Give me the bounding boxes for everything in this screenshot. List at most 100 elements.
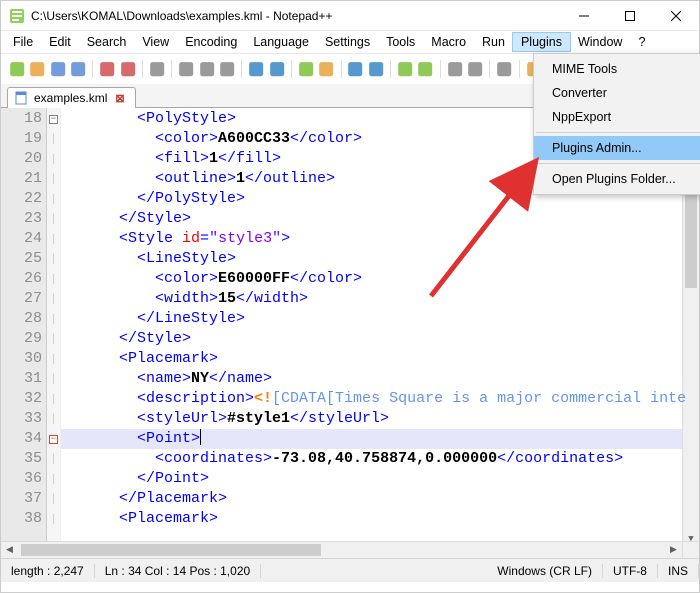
fold-gutter[interactable]: −│││││││││││││││−││││ [47,108,61,558]
fold-slot[interactable]: │ [47,309,60,329]
redo-icon[interactable] [269,60,285,78]
menu-run[interactable]: Run [474,33,513,51]
fold-slot[interactable]: − [47,429,60,449]
chars-icon[interactable] [467,60,483,78]
code-line[interactable]: <Style id="style3"> [65,229,699,249]
line-number: 36 [1,469,42,489]
close-icon[interactable] [99,60,115,78]
new-file-icon[interactable] [9,60,25,78]
find-icon[interactable] [298,60,314,78]
hscroll-thumb[interactable] [21,544,321,556]
fold-minus-icon[interactable]: − [49,435,58,444]
fold-slot[interactable]: │ [47,269,60,289]
fold-slot[interactable]: │ [47,349,60,369]
code-line[interactable]: <description><![CDATA[Times Square is a … [65,389,699,409]
code-line[interactable]: </LineStyle> [65,309,699,329]
copy-icon[interactable] [199,60,215,78]
fold-slot[interactable]: │ [47,169,60,189]
save-all-icon[interactable] [70,60,86,78]
scroll-left-icon[interactable]: ◀ [1,542,18,558]
menu-edit[interactable]: Edit [41,33,79,51]
undo-icon[interactable] [248,60,264,78]
scroll-right-icon[interactable]: ▶ [665,542,682,558]
plugins-menu-converter[interactable]: Converter [534,81,700,105]
cut-icon[interactable] [178,60,194,78]
fold-slot[interactable]: − [47,109,60,129]
status-length: length : 2,247 [1,564,95,578]
line-number: 27 [1,289,42,309]
fold-minus-icon[interactable]: − [49,115,58,124]
zoom-out-icon[interactable] [368,60,384,78]
fold-slot[interactable]: │ [47,449,60,469]
sync-v-icon[interactable] [397,60,413,78]
fold-slot[interactable]: │ [47,289,60,309]
plugins-menu-plugins-admin[interactable]: Plugins Admin... [534,136,700,160]
toolbar-separator [519,60,520,78]
fold-slot[interactable]: │ [47,209,60,229]
toolbar-separator [291,60,292,78]
save-icon[interactable] [50,60,66,78]
paste-icon[interactable] [219,60,235,78]
plugins-menu-mime-tools[interactable]: MIME Tools [534,57,700,81]
menu-search[interactable]: Search [79,33,135,51]
code-line[interactable]: <color>E60000FF</color> [65,269,699,289]
fold-slot[interactable]: │ [47,509,60,529]
fold-slot[interactable]: │ [47,369,60,389]
print-icon[interactable] [149,60,165,78]
status-eol[interactable]: Windows (CR LF) [487,564,603,578]
replace-icon[interactable] [318,60,334,78]
plugins-menu-open-plugins-folder[interactable]: Open Plugins Folder... [534,167,700,191]
close-button[interactable] [653,1,699,30]
fold-slot[interactable]: │ [47,489,60,509]
menu-[interactable]: ? [630,33,653,51]
fold-slot[interactable]: │ [47,469,60,489]
line-number: 38 [1,509,42,529]
menu-file[interactable]: File [5,33,41,51]
code-line[interactable]: </Placemark> [65,489,699,509]
fold-slot[interactable]: │ [47,329,60,349]
code-line[interactable]: </Point> [65,469,699,489]
menu-macro[interactable]: Macro [423,33,474,51]
indent-icon[interactable] [496,60,512,78]
menu-tools[interactable]: Tools [378,33,423,51]
wrap-icon[interactable] [447,60,463,78]
plugins-dropdown: MIME ToolsConverterNppExport Plugins Admi… [533,53,700,195]
code-line[interactable]: <coordinates>-73.08,40.758874,0.000000</… [65,449,699,469]
tab-examples-kml[interactable]: examples.kml ⊠ [7,87,136,108]
menu-encoding[interactable]: Encoding [177,33,245,51]
code-line[interactable]: <styleUrl>#style1</styleUrl> [65,409,699,429]
fold-slot[interactable]: │ [47,189,60,209]
code-line[interactable]: </Style> [65,329,699,349]
sync-h-icon[interactable] [417,60,433,78]
fold-slot[interactable]: │ [47,129,60,149]
menu-language[interactable]: Language [245,33,317,51]
toolbar-separator [171,60,172,78]
fold-slot[interactable]: │ [47,249,60,269]
menu-window[interactable]: Window [570,33,630,51]
line-number: 37 [1,489,42,509]
code-line[interactable]: <LineStyle> [65,249,699,269]
code-line[interactable]: <Placemark> [65,349,699,369]
menu-view[interactable]: View [134,33,177,51]
maximize-button[interactable] [607,1,653,30]
code-line[interactable]: <name>NY</name> [65,369,699,389]
fold-slot[interactable]: │ [47,149,60,169]
toolbar-separator [142,60,143,78]
menu-settings[interactable]: Settings [317,33,378,51]
status-ins[interactable]: INS [658,564,699,578]
horizontal-scrollbar[interactable]: ◀ ▶ [1,541,682,558]
open-file-icon[interactable] [29,60,45,78]
code-line[interactable]: <Placemark> [65,509,699,529]
fold-slot[interactable]: │ [47,229,60,249]
plugins-menu-nppexport[interactable]: NppExport [534,105,700,129]
code-line[interactable]: <width>15</width> [65,289,699,309]
code-line[interactable]: </Style> [65,209,699,229]
status-encoding[interactable]: UTF-8 [603,564,658,578]
tab-close-icon[interactable]: ⊠ [113,92,126,105]
fold-slot[interactable]: │ [47,409,60,429]
zoom-in-icon[interactable] [347,60,363,78]
fold-slot[interactable]: │ [47,389,60,409]
menu-plugins[interactable]: Plugins [513,33,570,51]
close-all-icon[interactable] [120,60,136,78]
minimize-button[interactable] [561,1,607,30]
